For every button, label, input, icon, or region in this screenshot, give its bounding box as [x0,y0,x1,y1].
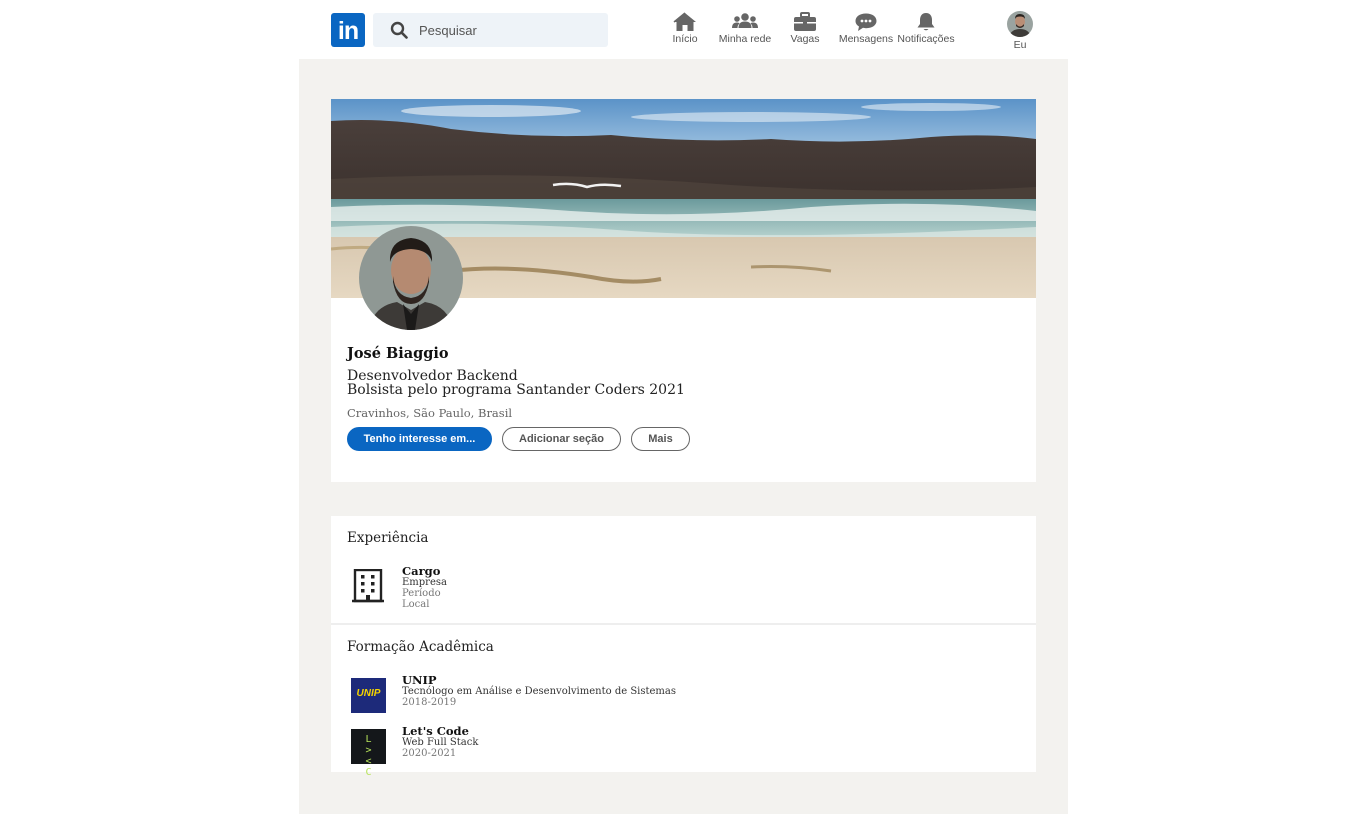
nav-label-me: Eu [1013,39,1027,51]
education-period: 2018-2019 [402,697,457,708]
avatar [1007,11,1033,37]
headline-line-1: Desenvolvedor Backend [347,368,518,384]
top-nav: in Início Minha rede [0,0,1366,59]
experience-period: Período [402,588,441,599]
briefcase-icon [794,12,816,31]
profile-name: José Biaggio [347,345,449,362]
education-course: Web Full Stack [402,737,479,748]
education-period: 2020-2021 [402,748,457,759]
linkedin-logo[interactable]: in [331,13,365,47]
building-icon [352,569,384,603]
more-button[interactable]: Mais [631,427,690,451]
nav-notifications[interactable]: Notificações [891,12,961,52]
nav-label-notifications: Notificações [897,33,955,45]
profile-card: José Biaggio Desenvolvedor Backend Bolsi… [331,99,1036,482]
education-title: Formação Acadêmica [347,639,494,655]
open-to-button[interactable]: Tenho interesse em... [347,427,492,451]
unip-logo-text: UNIP [356,688,381,699]
profile-location: Cravinhos, São Paulo, Brasil [347,406,513,420]
profile-photo[interactable] [359,226,463,330]
main-column: José Biaggio Desenvolvedor Backend Bolsi… [299,59,1068,814]
messages-icon [855,13,877,31]
education-course: Tecnólogo em Análise e Desenvolvimento d… [402,686,677,697]
education-school: UNIP [402,673,437,687]
experience-text: Cargo Empresa Período Local [402,565,447,610]
experience-role: Cargo [402,564,441,578]
letscode-logo: L > < C [351,729,386,778]
experience-education-card: Experiência Cargo Empresa Período Local [331,516,1036,778]
experience-company: Empresa [402,577,447,588]
education-text: UNIP Tecnólogo em Análise e Desenvolvime… [402,674,676,708]
profile-headline: Desenvolvedor Backend Bolsista pelo prog… [347,369,685,397]
letscode-logo-text: L > < C [365,734,372,778]
education-text: Let's Code Web Full Stack 2020-2021 [402,725,478,759]
search-input[interactable] [417,13,602,47]
nav-jobs[interactable]: Vagas [770,12,840,52]
nav-me[interactable]: Eu [1000,11,1040,53]
experience-location: Local [402,599,430,610]
search-box[interactable] [373,13,608,47]
home-icon [673,12,696,31]
unip-logo: UNIP [351,678,386,713]
bell-icon [917,13,935,31]
experience-title: Experiência [347,530,429,546]
add-section-button[interactable]: Adicionar seção [502,427,621,451]
network-icon [732,13,758,28]
education-school: Let's Code [402,724,469,738]
headline-line-2: Bolsista pelo programa Santander Coders … [347,382,685,398]
search-icon [390,21,408,39]
section-divider [331,623,1036,625]
nav-label-jobs: Vagas [790,33,820,45]
